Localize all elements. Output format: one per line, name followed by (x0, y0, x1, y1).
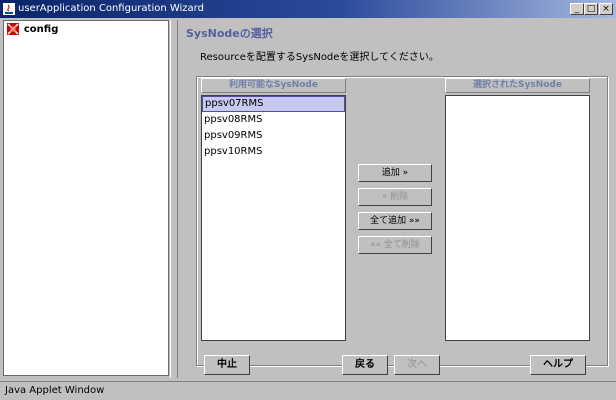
java-app-icon (3, 3, 15, 15)
list-item[interactable]: ppsv08RMS (202, 112, 345, 128)
wizard-window: userApplication Configuration Wizard _ □… (0, 0, 616, 400)
selected-sysnode-list[interactable] (445, 95, 590, 341)
available-sysnode-list[interactable]: ppsv07RMS ppsv08RMS ppsv09RMS ppsv10RMS (201, 95, 346, 341)
close-button[interactable]: × (599, 3, 613, 15)
available-list-header: 利用可能なSysNode (201, 78, 346, 93)
selected-list-header: 選択されたSysNode (445, 78, 590, 93)
config-icon (7, 23, 19, 35)
next-button[interactable]: 次へ (394, 355, 440, 375)
tree-node-config[interactable]: config (7, 23, 58, 37)
cancel-button[interactable]: 中止 (204, 355, 250, 375)
window-title: userApplication Configuration Wizard (18, 3, 204, 14)
back-button[interactable]: 戻る (342, 355, 388, 375)
add-all-button[interactable]: 全て追加 »» (358, 212, 432, 230)
status-text: Java Applet Window (5, 385, 105, 396)
title-bar[interactable]: userApplication Configuration Wizard _ □… (0, 0, 616, 18)
list-item[interactable]: ppsv10RMS (202, 144, 345, 160)
list-item[interactable]: ppsv09RMS (202, 128, 345, 144)
minimize-button[interactable]: _ (570, 3, 584, 15)
list-item[interactable]: ppsv07RMS (202, 96, 345, 112)
add-button[interactable]: 追加 » (358, 164, 432, 182)
maximize-button[interactable]: □ (584, 3, 598, 15)
remove-all-button[interactable]: «« 全て削除 (358, 236, 432, 254)
instruction-text: Resourceを配置するSysNodeを選択してください。 (200, 52, 439, 63)
remove-button[interactable]: « 削除 (358, 188, 432, 206)
page-title: SysNodeの選択 (186, 27, 273, 40)
config-tree[interactable]: config (3, 20, 169, 376)
tree-node-label: config (23, 23, 59, 35)
help-button[interactable]: ヘルプ (530, 355, 586, 375)
pane-splitter[interactable] (170, 20, 178, 378)
status-bar: Java Applet Window (0, 381, 616, 400)
